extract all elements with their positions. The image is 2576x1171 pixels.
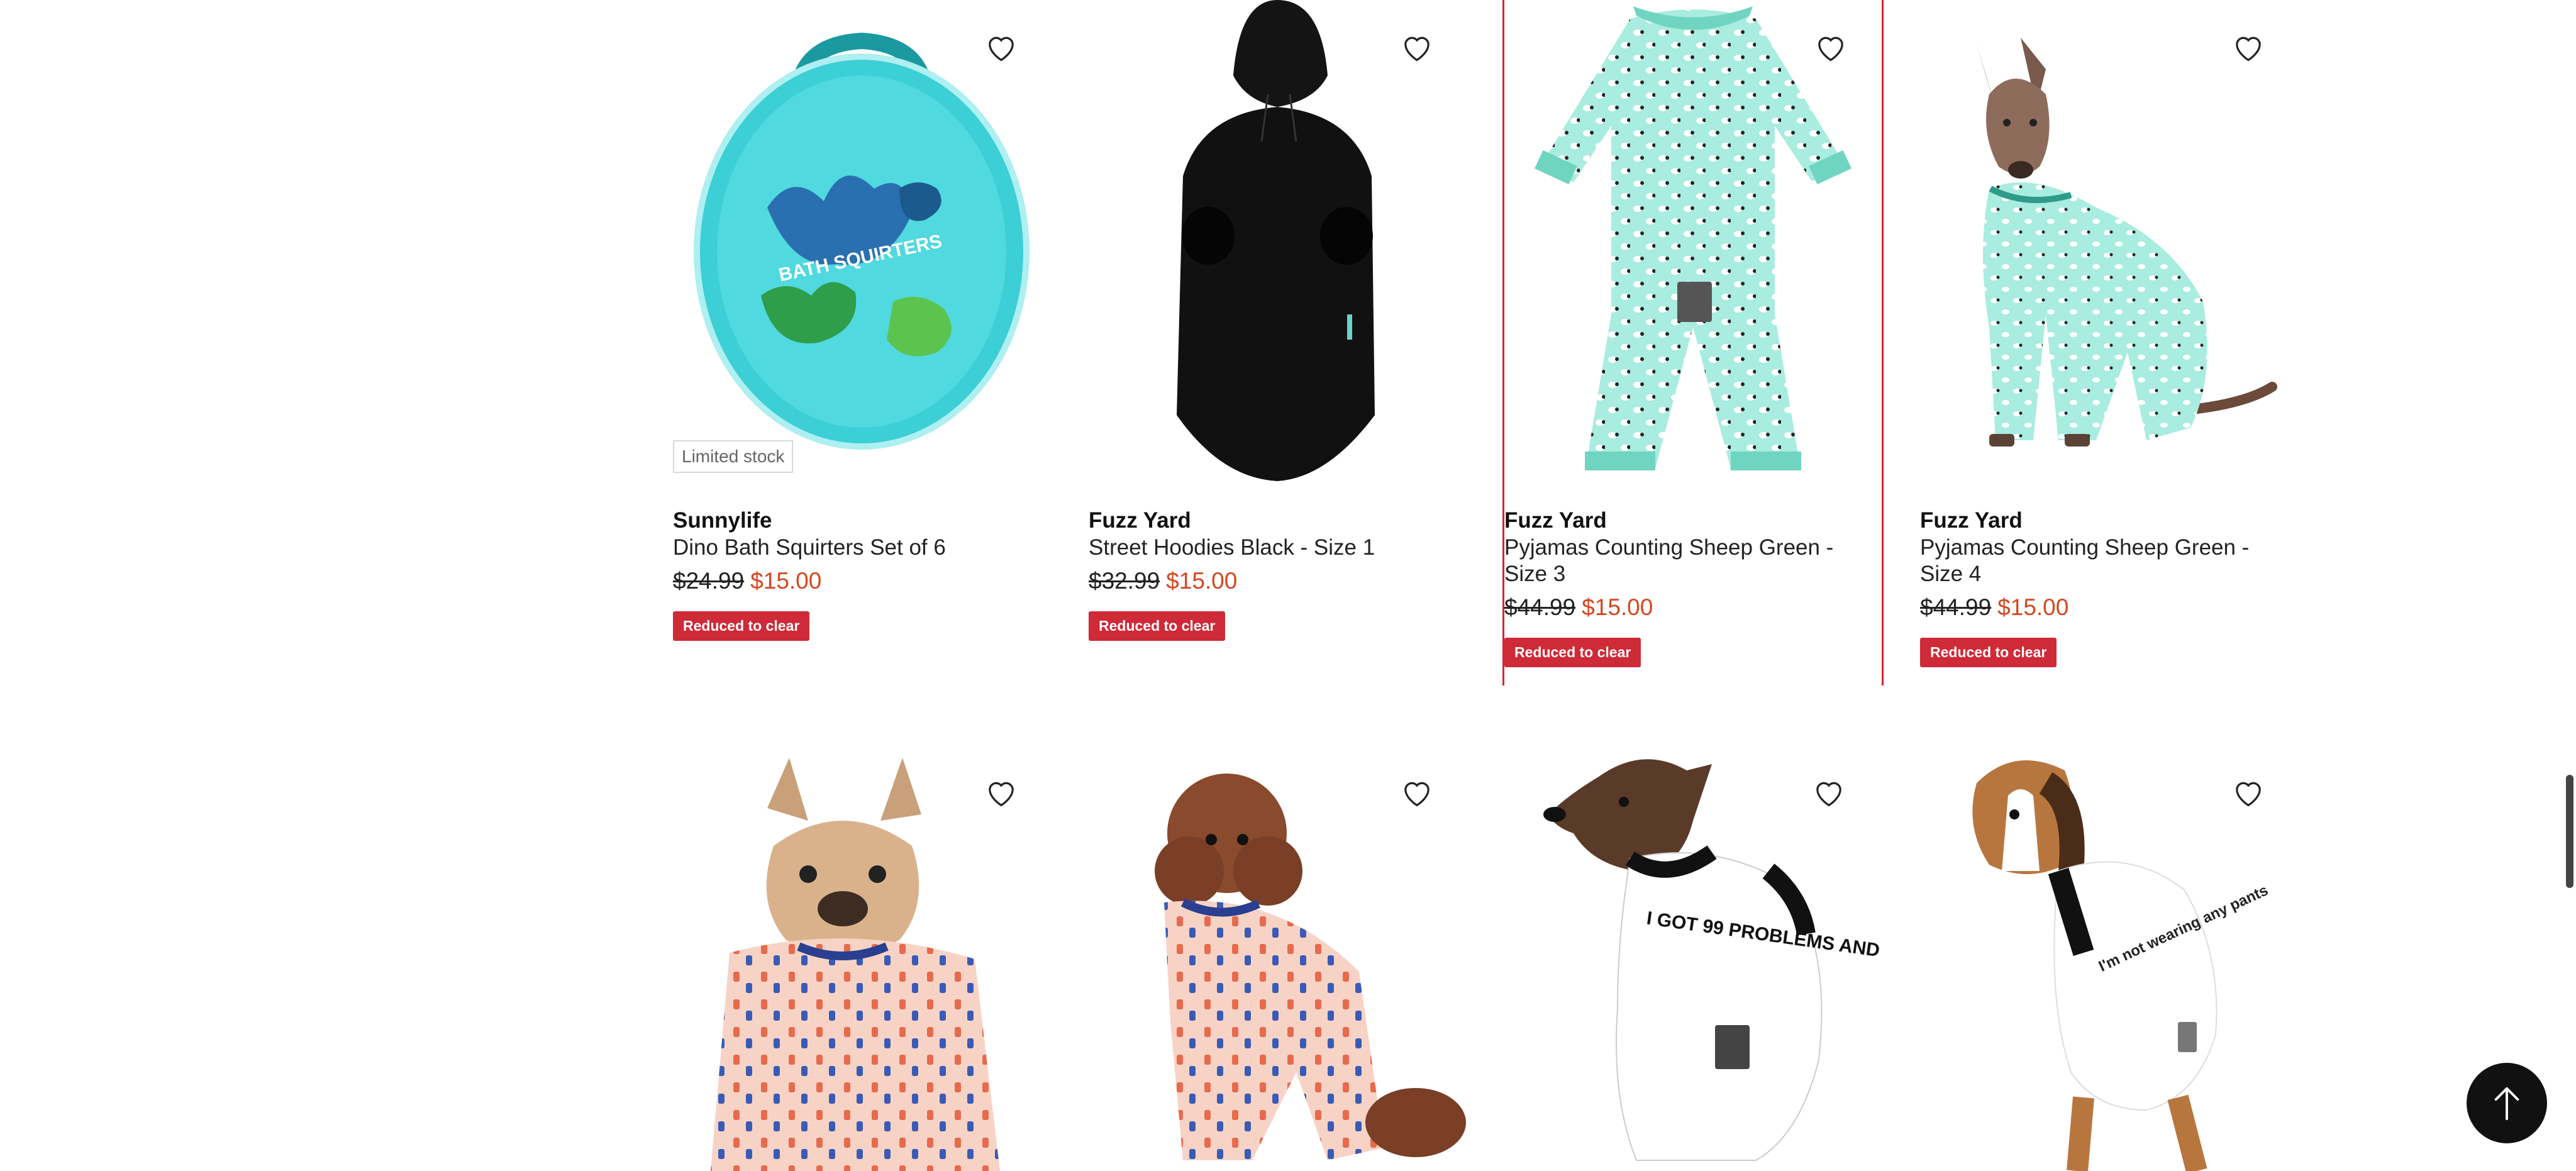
product-info: Fuzz Yard Pyjamas Counting Sheep Green -… (1504, 507, 1869, 667)
wishlist-button[interactable] (976, 767, 1026, 818)
page-scrollbar[interactable] (2562, 0, 2576, 1171)
heart-outline-icon (1816, 782, 1841, 807)
product-card-selected[interactable]: Fuzz Yard Pyjamas Counting Sheep Green -… (1502, 0, 1884, 685)
product-image[interactable]: BATH SQUIRTERS (673, 0, 1050, 491)
product-card[interactable]: Fuzz Yard Street Hoodies Black - Size 1 … (1089, 0, 1466, 667)
reduced-to-clear-badge: Reduced to clear (1920, 638, 2057, 667)
was-price: $44.99 (1920, 594, 1992, 620)
product-image[interactable] (1920, 0, 2297, 491)
product-info: Fuzz Yard Pyjamas Counting Sheep Green -… (1920, 507, 2285, 667)
sale-price: $15.00 (1166, 568, 1238, 594)
sale-price: $15.00 (1582, 594, 1653, 620)
product-card[interactable] (1089, 745, 1466, 1171)
wishlist-button[interactable] (1392, 767, 1442, 818)
wishlist-button[interactable] (976, 22, 1026, 72)
wishlist-button[interactable] (2223, 767, 2273, 818)
scrollbar-thumb[interactable] (2566, 775, 2573, 888)
price-row: $44.99 $15.00 (1920, 594, 2285, 621)
limited-stock-label: Limited stock (673, 440, 794, 473)
back-to-top-button[interactable] (2467, 1063, 2547, 1143)
product-title[interactable]: Street Hoodies Black - Size 1 (1089, 535, 1453, 561)
wishlist-button[interactable] (1804, 767, 1854, 818)
product-card[interactable]: Fuzz Yard Pyjamas Counting Sheep Green -… (1920, 0, 2297, 667)
was-price: $24.99 (673, 568, 745, 594)
reduced-to-clear-badge: Reduced to clear (1504, 638, 1641, 667)
sale-price: $15.00 (1997, 594, 2069, 620)
product-brand: Fuzz Yard (1504, 508, 1607, 533)
reduced-to-clear-badge: Reduced to clear (673, 611, 810, 641)
product-info: Fuzz Yard Street Hoodies Black - Size 1 … (1089, 507, 1453, 641)
sale-price: $15.00 (750, 568, 822, 594)
reduced-to-clear-badge: Reduced to clear (1089, 611, 1226, 641)
heart-outline-icon (1818, 36, 1843, 62)
heart-outline-icon (2236, 782, 2261, 807)
product-grid-page: BATH SQUIRTERS Limited stock Sunnylife D… (0, 0, 2576, 1171)
price-row: $32.99 $15.00 (1089, 567, 1453, 595)
heart-outline-icon (2236, 36, 2261, 62)
heart-outline-icon (1404, 36, 1430, 62)
product-card[interactable]: I'm not wearing any pants (1920, 745, 2297, 1171)
heart-outline-icon (989, 782, 1014, 807)
product-title[interactable]: Pyjamas Counting Sheep Green - Size 3 (1504, 535, 1869, 587)
product-brand: Sunnylife (673, 508, 772, 533)
product-card[interactable]: I GOT 99 PROBLEMS AND FOOD WOULD SOLVE 9… (1504, 745, 1882, 1171)
heart-outline-icon (1404, 782, 1430, 807)
product-image[interactable] (1089, 0, 1466, 491)
product-card[interactable] (673, 745, 1050, 1171)
product-card[interactable]: BATH SQUIRTERS Limited stock Sunnylife D… (673, 0, 1050, 667)
product-title[interactable]: Pyjamas Counting Sheep Green - Size 4 (1920, 535, 2285, 587)
wishlist-button[interactable] (2223, 22, 2273, 72)
product-image[interactable] (1504, 0, 1882, 491)
wishlist-button[interactable] (1392, 22, 1442, 72)
heart-outline-icon (989, 36, 1014, 62)
product-brand: Fuzz Yard (1920, 508, 2023, 533)
product-info: Sunnylife Dino Bath Squirters Set of 6 $… (673, 507, 1038, 641)
was-price: $44.99 (1504, 594, 1576, 620)
wishlist-button[interactable] (1806, 22, 1856, 72)
product-title[interactable]: Dino Bath Squirters Set of 6 (673, 535, 1038, 561)
price-row: $24.99 $15.00 (673, 567, 1038, 595)
was-price: $32.99 (1089, 568, 1160, 594)
price-row: $44.99 $15.00 (1504, 594, 1869, 621)
arrow-up-icon (2494, 1087, 2519, 1121)
product-brand: Fuzz Yard (1089, 508, 1191, 533)
